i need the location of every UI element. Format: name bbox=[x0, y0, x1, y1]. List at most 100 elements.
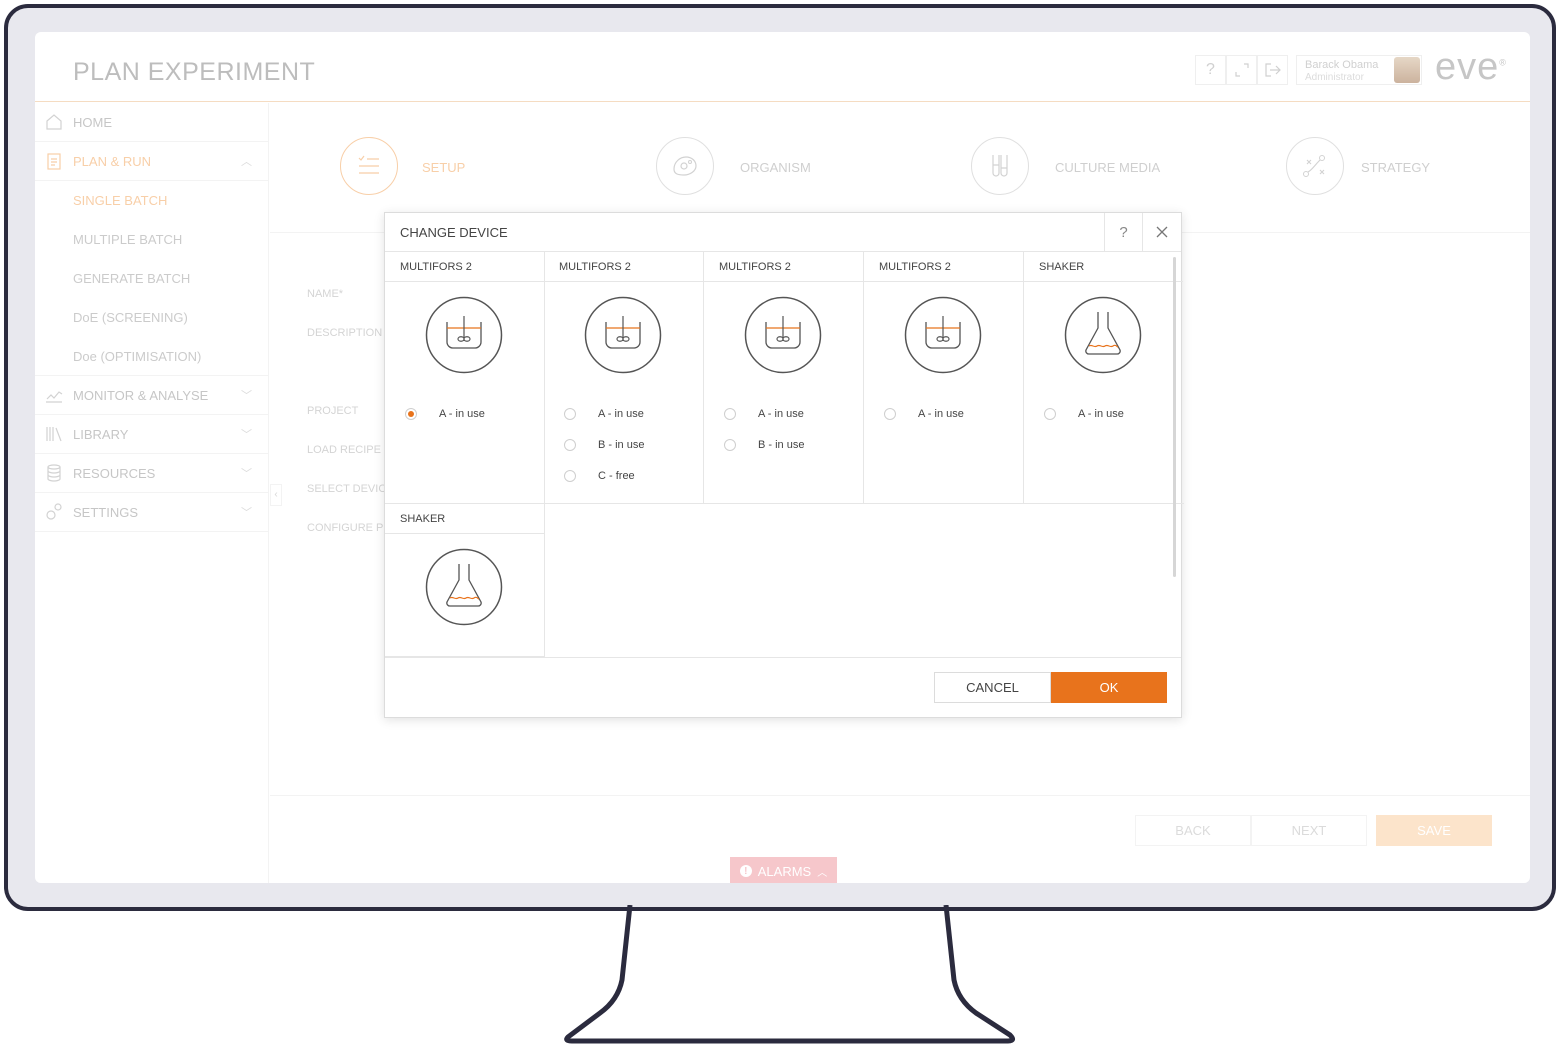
sidebar-item-label: PLAN & RUN bbox=[73, 153, 152, 169]
radio-button[interactable] bbox=[564, 470, 576, 482]
strategy-icon bbox=[1286, 137, 1344, 195]
sidebar-item-label: RESOURCES bbox=[73, 465, 156, 481]
device-card: MULTIFORS 2 A - in use bbox=[864, 252, 1024, 504]
device-name: MULTIFORS 2 bbox=[385, 252, 544, 282]
alarms-button[interactable]: ! ALARMS ︿ bbox=[730, 857, 837, 883]
clipboard-icon bbox=[47, 153, 61, 170]
scrollbar[interactable] bbox=[1173, 257, 1176, 577]
device-slot-option[interactable]: B - in use bbox=[724, 438, 804, 452]
radio-button[interactable] bbox=[724, 439, 736, 451]
bioreactor-icon bbox=[744, 296, 822, 374]
chevron-up-icon: ︿ bbox=[241, 156, 252, 168]
database-icon bbox=[47, 464, 61, 482]
radio-button[interactable] bbox=[564, 408, 576, 420]
chevron-down-icon: ﹀ bbox=[241, 390, 252, 402]
device-slot-label: A - in use bbox=[439, 408, 485, 420]
sidebar-item-label: HOME bbox=[73, 114, 112, 130]
logout-button[interactable] bbox=[1257, 55, 1288, 85]
radio-button[interactable] bbox=[724, 408, 736, 420]
bioreactor-icon bbox=[584, 296, 662, 374]
device-name: SHAKER bbox=[1024, 252, 1183, 282]
cell-icon bbox=[656, 137, 714, 195]
dialog-help-button[interactable]: ? bbox=[1104, 213, 1142, 251]
device-card: MULTIFORS 2 A - in use bbox=[385, 252, 545, 504]
radio-button[interactable] bbox=[884, 408, 896, 420]
footer-divider bbox=[270, 795, 1530, 796]
monitor-stand bbox=[564, 905, 1016, 1044]
device-slot-option[interactable]: A - in use bbox=[724, 407, 804, 421]
form-label-configure: CONFIGURE P bbox=[307, 522, 384, 534]
step-label: SETUP bbox=[422, 160, 466, 175]
form-label-project: PROJECT bbox=[307, 405, 359, 417]
collapse-sidebar-button[interactable]: ‹ bbox=[270, 484, 282, 506]
page-title: PLAN EXPERIMENT bbox=[73, 58, 316, 86]
list-icon bbox=[340, 137, 398, 195]
step-strategy[interactable]: STRATEGY bbox=[1210, 103, 1530, 233]
sidebar-item-label: LIBRARY bbox=[73, 426, 129, 442]
device-slot-option[interactable]: A - in use bbox=[564, 407, 644, 421]
ok-button[interactable]: OK bbox=[1051, 672, 1167, 703]
monitor-frame: PLAN EXPERIMENT ? Barack Obama Administr… bbox=[4, 4, 1556, 911]
form-label-name: NAME* bbox=[307, 288, 344, 300]
device-slot-option[interactable]: A - in use bbox=[405, 407, 485, 421]
dialog-footer-divider bbox=[385, 657, 1181, 658]
device-slot-option[interactable]: B - in use bbox=[564, 438, 644, 452]
chevron-up-icon: ︿ bbox=[817, 867, 828, 879]
header-actions: ? bbox=[1195, 55, 1288, 85]
device-slot-label: B - in use bbox=[758, 439, 805, 451]
brand-text: eve bbox=[1435, 46, 1500, 88]
next-button[interactable]: NEXT bbox=[1251, 815, 1367, 846]
expand-icon bbox=[1234, 63, 1249, 77]
device-slot-option[interactable]: A - in use bbox=[1044, 407, 1124, 421]
user-menu[interactable]: Barack Obama Administrator bbox=[1296, 55, 1422, 85]
radio-button[interactable] bbox=[405, 408, 417, 420]
device-slot-option[interactable]: C - free bbox=[564, 469, 635, 483]
sidebar-subitem-multiple-batch[interactable]: MULTIPLE BATCH bbox=[35, 220, 268, 259]
fullscreen-button[interactable] bbox=[1226, 55, 1257, 85]
sidebar-subitem-single-batch[interactable]: SINGLE BATCH bbox=[35, 181, 268, 220]
sidebar-item-monitor[interactable]: MONITOR & ANALYSE ﹀ bbox=[35, 376, 268, 415]
chevron-down-icon: ﹀ bbox=[241, 468, 252, 480]
app-header: PLAN EXPERIMENT ? Barack Obama Administr… bbox=[35, 32, 1530, 102]
bioreactor-icon bbox=[425, 296, 503, 374]
device-slot-label: A - in use bbox=[758, 408, 804, 420]
step-label: ORGANISM bbox=[740, 160, 811, 175]
device-slot-option[interactable]: A - in use bbox=[884, 407, 964, 421]
dialog-header: CHANGE DEVICE ? bbox=[385, 213, 1181, 252]
alarms-label: ALARMS bbox=[757, 863, 812, 879]
empty-device-area bbox=[544, 504, 1181, 657]
sidebar-item-resources[interactable]: RESOURCES ﹀ bbox=[35, 454, 268, 493]
back-button[interactable]: BACK bbox=[1135, 815, 1251, 846]
sidebar: HOME PLAN & RUN ︿ SINGLE BATCH MULTIPLE … bbox=[35, 103, 269, 883]
help-button[interactable]: ? bbox=[1195, 55, 1226, 85]
device-name: MULTIFORS 2 bbox=[864, 252, 1023, 282]
sidebar-item-plan-run[interactable]: PLAN & RUN ︿ bbox=[35, 142, 268, 181]
sidebar-subitem-doe-screening[interactable]: DoE (SCREENING) bbox=[35, 298, 268, 337]
radio-button[interactable] bbox=[564, 439, 576, 451]
user-name: Barack Obama bbox=[1305, 59, 1379, 71]
dialog-close-button[interactable] bbox=[1142, 213, 1181, 251]
device-slot-label: C - free bbox=[598, 470, 635, 482]
change-device-dialog: CHANGE DEVICE ? MULTIFORS 2A - in use MUL… bbox=[384, 212, 1184, 718]
device-slot-label: A - in use bbox=[918, 408, 964, 420]
save-button[interactable]: SAVE bbox=[1376, 815, 1492, 846]
sidebar-subitem-doe-optimisation[interactable]: Doe (OPTIMISATION) bbox=[35, 337, 268, 376]
books-icon bbox=[46, 427, 62, 442]
form-label-load-recipe: LOAD RECIPE bbox=[307, 444, 381, 456]
radio-button[interactable] bbox=[1044, 408, 1056, 420]
avatar bbox=[1394, 57, 1420, 83]
form-label-select-device: SELECT DEVIC bbox=[307, 483, 387, 495]
form-label-description: DESCRIPTION bbox=[307, 327, 383, 339]
chevron-down-icon: ﹀ bbox=[241, 429, 252, 441]
cancel-button[interactable]: CANCEL bbox=[934, 672, 1051, 703]
flask-icon bbox=[1064, 296, 1142, 374]
sidebar-item-settings[interactable]: SETTINGS ﹀ bbox=[35, 493, 268, 532]
device-slot-label: B - in use bbox=[598, 439, 645, 451]
dialog-title: CHANGE DEVICE bbox=[400, 225, 508, 240]
sidebar-subitem-generate-batch[interactable]: GENERATE BATCH bbox=[35, 259, 268, 298]
device-card: MULTIFORS 2 A - in use B - in use C - free bbox=[544, 252, 704, 504]
sidebar-item-library[interactable]: LIBRARY ﹀ bbox=[35, 415, 268, 454]
sidebar-item-home[interactable]: HOME bbox=[35, 103, 268, 142]
step-label: CULTURE MEDIA bbox=[1055, 160, 1161, 175]
device-card: SHAKER A - in use bbox=[1024, 252, 1184, 504]
